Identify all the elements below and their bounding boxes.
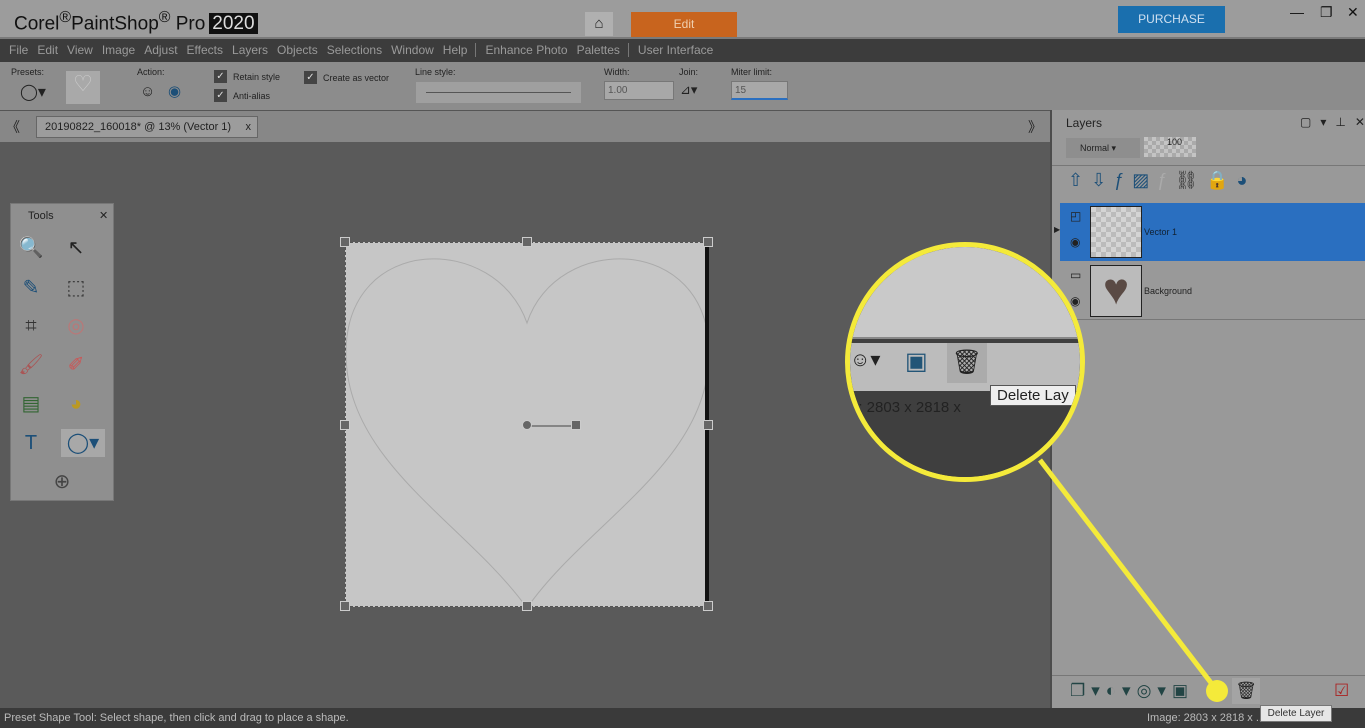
callout-tooltip: Delete Lay [990,385,1076,406]
status-bar: Preset Shape Tool: Select shape, then cl… [0,708,1365,728]
zoom-callout: ☺▾ ▣ 🗑 Delete Lay e: 2803 x 2818 x [845,242,1085,482]
group-icon: ▣ [905,348,928,375]
callout-image-info: e: 2803 x 2818 x [850,399,961,416]
mask-icon: ☺▾ [850,349,881,371]
highlight-pointer [1038,458,1228,702]
status-message: Preset Shape Tool: Select shape, then cl… [4,712,349,724]
delete-layer-icon: 🗑 [947,343,987,383]
delete-layer-tooltip: Delete Layer [1260,705,1332,722]
